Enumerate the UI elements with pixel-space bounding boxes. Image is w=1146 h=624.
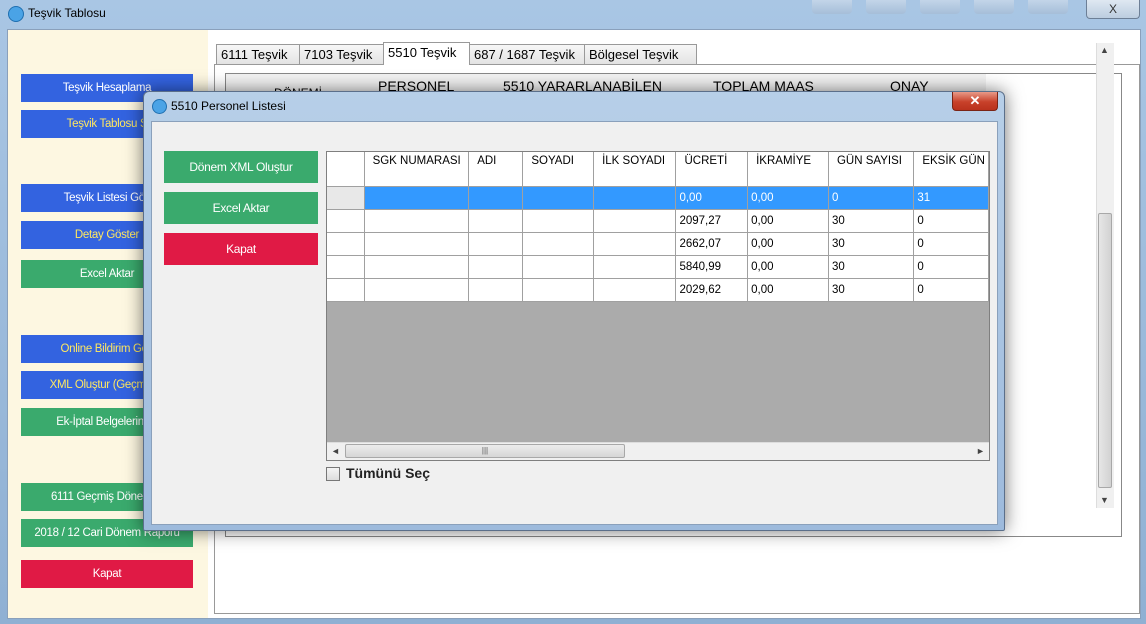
cell-sgk[interactable] [364, 209, 470, 233]
table-row[interactable]: 5840,99 0,00 30 0 [327, 255, 989, 279]
cell-soyadi[interactable] [522, 255, 595, 279]
col-ucreti[interactable]: ÜCRETİ [675, 152, 749, 187]
taskbar-thumbnail-icon [866, 0, 906, 14]
cell-adi[interactable] [468, 255, 524, 279]
row-header[interactable] [327, 278, 365, 302]
grid-horizontal-scrollbar[interactable]: ◄ ||| ► [327, 442, 989, 460]
donem-xml-olustur-button[interactable]: Dönem XML Oluştur [164, 151, 318, 183]
cell-ucreti[interactable]: 0,00 [675, 186, 749, 210]
cell-adi[interactable] [468, 186, 524, 210]
cell-eksik-gun[interactable]: 0 [913, 232, 989, 256]
scroll-left-icon[interactable]: ◄ [331, 446, 340, 456]
horizontal-scroll-thumb[interactable]: ||| [345, 444, 625, 458]
dialog-client-area: Dönem XML Oluştur Excel Aktar Kapat SGK … [151, 121, 998, 525]
window-close-button[interactable]: X [1086, 0, 1140, 19]
cell-eksik-gun[interactable]: 31 [913, 186, 989, 210]
cell-ikramiye[interactable]: 0,00 [747, 255, 829, 279]
cell-soyadi[interactable] [522, 278, 595, 302]
cell-gun-sayisi[interactable]: 30 [828, 278, 915, 302]
cell-soyadi[interactable] [522, 209, 595, 233]
window-title: Teşvik Tablosu [28, 6, 106, 20]
table-row[interactable]: 2662,07 0,00 30 0 [327, 232, 989, 256]
col-gun-sayisi[interactable]: GÜN SAYISI [828, 152, 915, 187]
dialog-app-icon [152, 99, 167, 114]
col-eksik-gun[interactable]: EKSİK GÜN [913, 152, 989, 187]
cell-gun-sayisi[interactable]: 30 [828, 255, 915, 279]
dialog-close-button[interactable]: ✕ [952, 92, 998, 111]
cell-ucreti[interactable]: 2097,27 [675, 209, 749, 233]
cell-eksik-gun[interactable]: 0 [913, 209, 989, 233]
cell-ikramiye[interactable]: 0,00 [747, 232, 829, 256]
cell-gun-sayisi[interactable]: 0 [828, 186, 915, 210]
tab-6111[interactable]: 6111 Teşvik [216, 44, 300, 64]
row-header[interactable] [327, 255, 365, 279]
cell-gun-sayisi[interactable]: 30 [828, 209, 915, 233]
scroll-down-icon[interactable]: ▼ [1100, 495, 1109, 505]
select-all-label[interactable]: Tümünü Seç [346, 465, 430, 481]
cell-ikramiye[interactable]: 0,00 [747, 278, 829, 302]
cell-ucreti[interactable]: 5840,99 [675, 255, 749, 279]
row-header[interactable] [327, 209, 365, 233]
col-adi[interactable]: ADI [468, 152, 524, 187]
cell-ilk-soyadi[interactable] [593, 278, 677, 302]
personel-grid: SGK NUMARASI ADI SOYADI İLK SOYADI ÜCRET… [326, 151, 990, 461]
cell-adi[interactable] [468, 278, 524, 302]
main-vertical-scrollbar[interactable]: ▲ ▼ [1096, 43, 1114, 508]
cell-soyadi[interactable] [522, 186, 595, 210]
tab-687-1687[interactable]: 687 / 1687 Teşvik [469, 44, 585, 64]
cell-gun-sayisi[interactable]: 30 [828, 232, 915, 256]
col-sgk-numarasi[interactable]: SGK NUMARASI [364, 152, 470, 187]
select-all-checkbox[interactable] [326, 467, 340, 481]
cell-adi[interactable] [468, 232, 524, 256]
taskbar-thumbnail-icon [974, 0, 1014, 14]
cell-sgk[interactable] [364, 255, 470, 279]
cell-ucreti[interactable]: 2662,07 [675, 232, 749, 256]
taskbar-thumbnail-icon [920, 0, 960, 14]
personel-listesi-dialog: 5510 Personel Listesi ✕ Dönem XML Oluştu… [143, 91, 1005, 531]
col-soyadi[interactable]: SOYADI [522, 152, 595, 187]
cell-adi[interactable] [468, 209, 524, 233]
dialog-kapat-button[interactable]: Kapat [164, 233, 318, 265]
col-ilk-soyadi[interactable]: İLK SOYADI [593, 152, 677, 187]
app-icon [8, 6, 24, 22]
row-header[interactable] [327, 186, 365, 210]
dialog-title: 5510 Personel Listesi [171, 99, 286, 113]
cell-sgk[interactable] [364, 232, 470, 256]
cell-ikramiye[interactable]: 0,00 [747, 186, 829, 210]
row-header-corner [327, 152, 365, 187]
table-row[interactable]: 2029,62 0,00 30 0 [327, 278, 989, 302]
col-ikramiye[interactable]: İKRAMİYE [747, 152, 829, 187]
cell-ilk-soyadi[interactable] [593, 255, 677, 279]
title-bar: Teşvik Tablosu X [0, 0, 1146, 28]
cell-sgk[interactable] [364, 278, 470, 302]
taskbar-thumbnail-icon [1028, 0, 1068, 14]
row-header[interactable] [327, 232, 365, 256]
cell-ilk-soyadi[interactable] [593, 232, 677, 256]
cell-eksik-gun[interactable]: 0 [913, 255, 989, 279]
kapat-main-button[interactable]: Kapat [21, 560, 193, 588]
scroll-up-icon[interactable]: ▲ [1100, 45, 1109, 55]
tab-5510[interactable]: 5510 Teşvik [383, 42, 470, 65]
cell-sgk[interactable] [364, 186, 470, 210]
tab-7103[interactable]: 7103 Teşvik [299, 44, 384, 64]
tab-bolgesel[interactable]: Bölgesel Teşvik [584, 44, 697, 64]
scroll-right-icon[interactable]: ► [976, 446, 985, 456]
taskbar-thumbnail-icon [812, 0, 852, 14]
table-row[interactable]: 0,00 0,00 0 31 [327, 186, 989, 210]
dialog-excel-aktar-button[interactable]: Excel Aktar [164, 192, 318, 224]
cell-soyadi[interactable] [522, 232, 595, 256]
cell-eksik-gun[interactable]: 0 [913, 278, 989, 302]
cell-ilk-soyadi[interactable] [593, 209, 677, 233]
table-row[interactable]: 2097,27 0,00 30 0 [327, 209, 989, 233]
scroll-thumb[interactable] [1098, 213, 1112, 488]
cell-ucreti[interactable]: 2029,62 [675, 278, 749, 302]
cell-ilk-soyadi[interactable] [593, 186, 677, 210]
personel-table: SGK NUMARASI ADI SOYADI İLK SOYADI ÜCRET… [327, 152, 989, 302]
cell-ikramiye[interactable]: 0,00 [747, 209, 829, 233]
grid-header-row: SGK NUMARASI ADI SOYADI İLK SOYADI ÜCRET… [327, 152, 989, 187]
